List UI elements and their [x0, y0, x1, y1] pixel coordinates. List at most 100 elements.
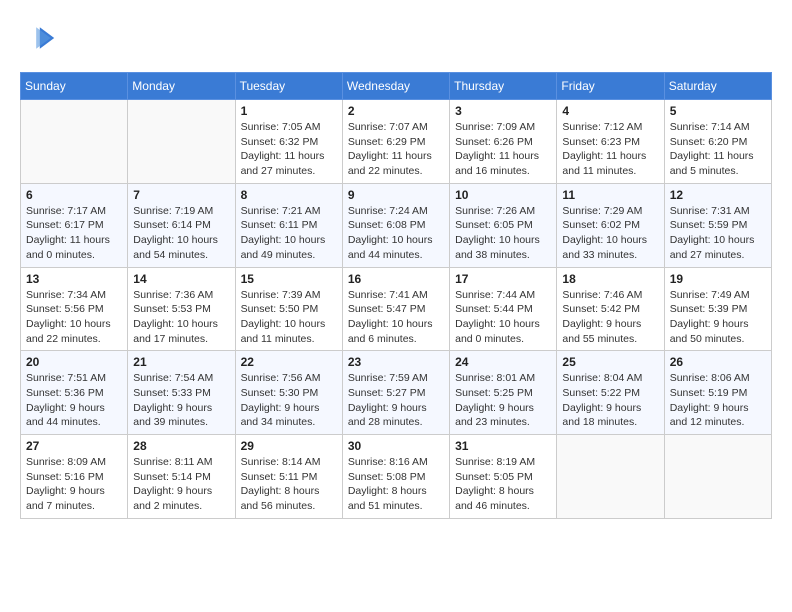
day-info: Sunrise: 7:59 AMSunset: 5:27 PMDaylight:…	[348, 371, 444, 430]
weekday-header-row: SundayMondayTuesdayWednesdayThursdayFrid…	[21, 73, 772, 100]
day-number: 16	[348, 272, 444, 286]
day-info: Sunrise: 7:21 AMSunset: 6:11 PMDaylight:…	[241, 204, 337, 263]
calendar-cell: 10 Sunrise: 7:26 AMSunset: 6:05 PMDayligh…	[450, 183, 557, 267]
day-number: 23	[348, 355, 444, 369]
day-info: Sunrise: 7:14 AMSunset: 6:20 PMDaylight:…	[670, 120, 766, 179]
day-number: 7	[133, 188, 229, 202]
weekday-header: Thursday	[450, 73, 557, 100]
day-number: 13	[26, 272, 122, 286]
calendar-cell: 16 Sunrise: 7:41 AMSunset: 5:47 PMDayligh…	[342, 267, 449, 351]
page-header	[20, 20, 772, 56]
day-number: 18	[562, 272, 658, 286]
day-info: Sunrise: 8:06 AMSunset: 5:19 PMDaylight:…	[670, 371, 766, 430]
calendar-cell	[664, 435, 771, 519]
calendar-cell: 27Sunrise: 8:09 AMSunset: 5:16 PMDayligh…	[21, 435, 128, 519]
day-number: 31	[455, 439, 551, 453]
day-number: 26	[670, 355, 766, 369]
day-info: Sunrise: 7:07 AMSunset: 6:29 PMDaylight:…	[348, 120, 444, 179]
day-number: 5	[670, 104, 766, 118]
day-info: Sunrise: 7:41 AMSunset: 5:47 PMDaylight:…	[348, 288, 444, 347]
weekday-header: Saturday	[664, 73, 771, 100]
calendar-cell: 26 Sunrise: 8:06 AMSunset: 5:19 PMDayligh…	[664, 351, 771, 435]
calendar-cell: 23 Sunrise: 7:59 AMSunset: 5:27 PMDayligh…	[342, 351, 449, 435]
calendar-cell: 29 Sunrise: 8:14 AMSunset: 5:11 PMDayligh…	[235, 435, 342, 519]
calendar-cell: 18Sunrise: 7:46 AMSunset: 5:42 PMDayligh…	[557, 267, 664, 351]
day-number: 12	[670, 188, 766, 202]
day-info: Sunrise: 7:34 AMSunset: 5:56 PMDaylight:…	[26, 288, 122, 347]
day-info: Sunrise: 8:11 AMSunset: 5:14 PMDaylight:…	[133, 455, 229, 514]
day-number: 28	[133, 439, 229, 453]
day-number: 11	[562, 188, 658, 202]
calendar-cell: 15 Sunrise: 7:39 AMSunset: 5:50 PMDayligh…	[235, 267, 342, 351]
day-number: 9	[348, 188, 444, 202]
day-number: 30	[348, 439, 444, 453]
day-number: 15	[241, 272, 337, 286]
day-number: 29	[241, 439, 337, 453]
day-info: Sunrise: 7:24 AMSunset: 6:08 PMDaylight:…	[348, 204, 444, 263]
calendar-cell: 9 Sunrise: 7:24 AMSunset: 6:08 PMDaylight…	[342, 183, 449, 267]
calendar-week-row: 13 Sunrise: 7:34 AMSunset: 5:56 PMDayligh…	[21, 267, 772, 351]
day-number: 21	[133, 355, 229, 369]
calendar-cell	[128, 100, 235, 184]
day-number: 25	[562, 355, 658, 369]
day-info: Sunrise: 8:19 AMSunset: 5:05 PMDaylight:…	[455, 455, 551, 514]
calendar-cell: 14 Sunrise: 7:36 AMSunset: 5:53 PMDayligh…	[128, 267, 235, 351]
weekday-header: Sunday	[21, 73, 128, 100]
calendar-cell: 8 Sunrise: 7:21 AMSunset: 6:11 PMDaylight…	[235, 183, 342, 267]
day-info: Sunrise: 8:01 AMSunset: 5:25 PMDaylight:…	[455, 371, 551, 430]
day-number: 6	[26, 188, 122, 202]
day-number: 27	[26, 439, 122, 453]
logo-icon	[20, 20, 56, 56]
calendar-cell: 31 Sunrise: 8:19 AMSunset: 5:05 PMDayligh…	[450, 435, 557, 519]
day-number: 8	[241, 188, 337, 202]
day-info: Sunrise: 7:39 AMSunset: 5:50 PMDaylight:…	[241, 288, 337, 347]
calendar-cell: 7Sunrise: 7:19 AMSunset: 6:14 PMDaylight…	[128, 183, 235, 267]
day-info: Sunrise: 7:31 AMSunset: 5:59 PMDaylight:…	[670, 204, 766, 263]
day-info: Sunrise: 8:14 AMSunset: 5:11 PMDaylight:…	[241, 455, 337, 514]
day-info: Sunrise: 7:49 AMSunset: 5:39 PMDaylight:…	[670, 288, 766, 347]
day-info: Sunrise: 7:36 AMSunset: 5:53 PMDaylight:…	[133, 288, 229, 347]
day-number: 2	[348, 104, 444, 118]
day-info: Sunrise: 7:12 AMSunset: 6:23 PMDaylight:…	[562, 120, 658, 179]
calendar-cell: 4Sunrise: 7:12 AMSunset: 6:23 PMDaylight…	[557, 100, 664, 184]
calendar-cell: 3Sunrise: 7:09 AMSunset: 6:26 PMDaylight…	[450, 100, 557, 184]
calendar-cell: 2 Sunrise: 7:07 AMSunset: 6:29 PMDaylight…	[342, 100, 449, 184]
calendar-cell: 19 Sunrise: 7:49 AMSunset: 5:39 PMDayligh…	[664, 267, 771, 351]
day-number: 19	[670, 272, 766, 286]
calendar-cell: 6 Sunrise: 7:17 AMSunset: 6:17 PMDaylight…	[21, 183, 128, 267]
day-info: Sunrise: 8:16 AMSunset: 5:08 PMDaylight:…	[348, 455, 444, 514]
day-info: Sunrise: 7:26 AMSunset: 6:05 PMDaylight:…	[455, 204, 551, 263]
day-info: Sunrise: 7:56 AMSunset: 5:30 PMDaylight:…	[241, 371, 337, 430]
calendar-cell: 24 Sunrise: 8:01 AMSunset: 5:25 PMDayligh…	[450, 351, 557, 435]
day-number: 1	[241, 104, 337, 118]
calendar-cell: 1 Sunrise: 7:05 AMSunset: 6:32 PMDaylight…	[235, 100, 342, 184]
calendar-cell: 30 Sunrise: 8:16 AMSunset: 5:08 PMDayligh…	[342, 435, 449, 519]
calendar-cell: 5 Sunrise: 7:14 AMSunset: 6:20 PMDaylight…	[664, 100, 771, 184]
weekday-header: Friday	[557, 73, 664, 100]
day-info: Sunrise: 7:29 AMSunset: 6:02 PMDaylight:…	[562, 204, 658, 263]
calendar-cell: 20Sunrise: 7:51 AMSunset: 5:36 PMDayligh…	[21, 351, 128, 435]
calendar-cell: 17Sunrise: 7:44 AMSunset: 5:44 PMDayligh…	[450, 267, 557, 351]
day-number: 14	[133, 272, 229, 286]
weekday-header: Tuesday	[235, 73, 342, 100]
day-info: Sunrise: 7:51 AMSunset: 5:36 PMDaylight:…	[26, 371, 122, 430]
calendar-table: SundayMondayTuesdayWednesdayThursdayFrid…	[20, 72, 772, 519]
calendar-cell: 13 Sunrise: 7:34 AMSunset: 5:56 PMDayligh…	[21, 267, 128, 351]
day-info: Sunrise: 7:05 AMSunset: 6:32 PMDaylight:…	[241, 120, 337, 179]
day-info: Sunrise: 7:44 AMSunset: 5:44 PMDaylight:…	[455, 288, 551, 347]
day-number: 24	[455, 355, 551, 369]
day-number: 3	[455, 104, 551, 118]
calendar-week-row: 27Sunrise: 8:09 AMSunset: 5:16 PMDayligh…	[21, 435, 772, 519]
day-info: Sunrise: 7:17 AMSunset: 6:17 PMDaylight:…	[26, 204, 122, 263]
calendar-cell: 25 Sunrise: 8:04 AMSunset: 5:22 PMDayligh…	[557, 351, 664, 435]
calendar-week-row: 1 Sunrise: 7:05 AMSunset: 6:32 PMDaylight…	[21, 100, 772, 184]
day-number: 10	[455, 188, 551, 202]
calendar-cell: 11 Sunrise: 7:29 AMSunset: 6:02 PMDayligh…	[557, 183, 664, 267]
calendar-week-row: 20Sunrise: 7:51 AMSunset: 5:36 PMDayligh…	[21, 351, 772, 435]
calendar-cell	[21, 100, 128, 184]
calendar-cell: 28 Sunrise: 8:11 AMSunset: 5:14 PMDayligh…	[128, 435, 235, 519]
calendar-cell: 21 Sunrise: 7:54 AMSunset: 5:33 PMDayligh…	[128, 351, 235, 435]
day-info: Sunrise: 8:04 AMSunset: 5:22 PMDaylight:…	[562, 371, 658, 430]
day-info: Sunrise: 7:54 AMSunset: 5:33 PMDaylight:…	[133, 371, 229, 430]
weekday-header: Monday	[128, 73, 235, 100]
